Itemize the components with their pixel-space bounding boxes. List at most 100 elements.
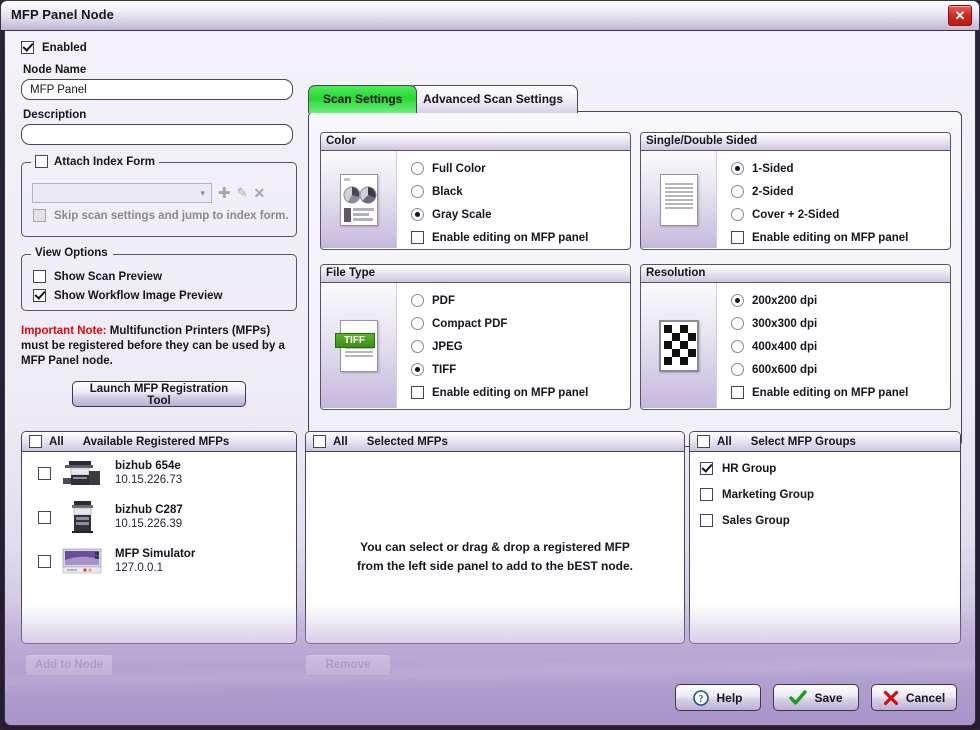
res-300-radio[interactable] — [731, 317, 744, 330]
node-name-input[interactable] — [21, 79, 293, 100]
tab-advanced-scan-settings[interactable]: Advanced Scan Settings — [408, 85, 578, 113]
list-item[interactable]: Marketing Group — [700, 488, 960, 501]
index-form-combo[interactable]: ▾ — [32, 183, 212, 203]
cancel-button-label: Cancel — [906, 691, 945, 705]
skip-scan-settings-checkbox[interactable] — [33, 209, 46, 222]
mfp-groups-all-checkbox[interactable] — [697, 435, 710, 448]
option-black[interactable]: Black — [411, 185, 630, 198]
close-icon[interactable]: ✕ — [948, 5, 972, 26]
list-item[interactable]: MFP Simulator 127.0.0.1 — [22, 540, 296, 582]
res-200-radio[interactable] — [731, 294, 744, 307]
save-button[interactable]: Save — [773, 684, 859, 711]
option-400dpi[interactable]: 400x400 dpi — [731, 340, 950, 353]
add-to-node-button[interactable]: Add to Node — [25, 654, 113, 676]
sales-group-checkbox[interactable] — [700, 514, 713, 527]
resolution-enable-editing-row[interactable]: Enable editing on MFP panel — [731, 386, 950, 399]
enabled-checkbox[interactable] — [21, 41, 34, 54]
option-jpeg[interactable]: JPEG — [411, 340, 630, 353]
list-item[interactable]: Sales Group — [700, 514, 960, 527]
color-document-icon — [321, 151, 397, 248]
attach-index-form-caption[interactable]: Attach Index Form — [31, 155, 159, 168]
mfp-c287-checkbox[interactable] — [38, 511, 51, 524]
marketing-group-checkbox[interactable] — [700, 488, 713, 501]
x-icon — [883, 690, 899, 706]
mfp-simulator-checkbox[interactable] — [38, 555, 51, 568]
res-600-radio[interactable] — [731, 363, 744, 376]
filetype-enable-editing-row[interactable]: Enable editing on MFP panel — [411, 386, 630, 399]
hr-group-checkbox[interactable] — [700, 462, 713, 475]
show-scan-preview-checkbox[interactable] — [33, 270, 46, 283]
mfp-groups-all-label: All — [717, 436, 732, 448]
mfp-panel-node-window: MFP Panel Node ✕ Enabled Node Name Descr… — [0, 0, 980, 730]
sided-enable-editing-row[interactable]: Enable editing on MFP panel — [731, 231, 950, 244]
option-compact-pdf[interactable]: Compact PDF — [411, 317, 630, 330]
resolution-enable-editing-label: Enable editing on MFP panel — [752, 387, 908, 399]
option-tiff[interactable]: TIFF — [411, 363, 630, 376]
option-300dpi[interactable]: 300x300 dpi — [731, 317, 950, 330]
selected-mfps-body[interactable]: You can select or drag & drop a register… — [306, 452, 684, 642]
resolution-group: Resolution — [640, 264, 951, 410]
chevron-down-icon: ▾ — [200, 188, 205, 199]
show-workflow-image-preview-checkbox[interactable] — [33, 289, 46, 302]
list-item[interactable]: HR Group — [700, 462, 960, 475]
attach-index-form-label: Attach Index Form — [54, 156, 155, 168]
res-400-label: 400x400 dpi — [752, 341, 817, 353]
tiff-label: TIFF — [432, 364, 456, 376]
show-workflow-image-preview-row[interactable]: Show Workflow Image Preview — [33, 289, 223, 302]
compact-pdf-radio[interactable] — [411, 317, 424, 330]
available-mfps-title: Available Registered MFPs — [83, 436, 230, 448]
show-scan-preview-label: Show Scan Preview — [54, 271, 162, 283]
help-button[interactable]: ? Help — [675, 684, 761, 711]
filetype-enable-editing-checkbox[interactable] — [411, 386, 424, 399]
description-input[interactable] — [21, 124, 293, 145]
two-sided-radio[interactable] — [731, 185, 744, 198]
sided-enable-editing-checkbox[interactable] — [731, 231, 744, 244]
selected-mfps-hint-line2: from the left side panel to add to the b… — [306, 557, 684, 576]
pdf-label: PDF — [432, 295, 455, 307]
option-full-color[interactable]: Full Color — [411, 162, 630, 175]
res-400-radio[interactable] — [731, 340, 744, 353]
show-scan-preview-row[interactable]: Show Scan Preview — [33, 270, 162, 283]
selected-mfps-all-label: All — [333, 436, 348, 448]
gray-scale-radio[interactable] — [411, 208, 424, 221]
list-item[interactable]: bizhub C287 10.15.226.39 — [22, 494, 296, 540]
pdf-radio[interactable] — [411, 294, 424, 307]
resolution-enable-editing-checkbox[interactable] — [731, 386, 744, 399]
mfp-654e-checkbox[interactable] — [38, 467, 51, 480]
enabled-row[interactable]: Enabled — [21, 41, 297, 54]
window-client-area: Enabled Node Name Description Attach Ind… — [4, 30, 976, 726]
mfp-groups-body: HR Group Marketing Group Sales Group — [690, 452, 960, 642]
color-enable-editing-row[interactable]: Enable editing on MFP panel — [411, 231, 630, 244]
available-mfps-all-checkbox[interactable] — [29, 435, 42, 448]
option-cover-2-sided[interactable]: Cover + 2-Sided — [731, 208, 950, 221]
black-radio[interactable] — [411, 185, 424, 198]
node-name-label: Node Name — [23, 64, 297, 76]
tab-scan-settings[interactable]: Scan Settings — [308, 85, 417, 113]
cover-two-sided-radio[interactable] — [731, 208, 744, 221]
plus-icon[interactable]: ✚ — [218, 184, 231, 202]
option-600dpi[interactable]: 600x600 dpi — [731, 363, 950, 376]
option-2-sided[interactable]: 2-Sided — [731, 185, 950, 198]
color-enable-editing-checkbox[interactable] — [411, 231, 424, 244]
remove-button[interactable]: Remove — [305, 654, 391, 676]
edit-icon[interactable]: ✎ — [237, 185, 248, 201]
full-color-radio[interactable] — [411, 162, 424, 175]
tiff-radio[interactable] — [411, 363, 424, 376]
jpeg-radio[interactable] — [411, 340, 424, 353]
x-icon[interactable]: ✕ — [253, 185, 265, 202]
save-button-label: Save — [814, 691, 842, 705]
option-200dpi[interactable]: 200x200 dpi — [731, 294, 950, 307]
one-sided-radio[interactable] — [731, 162, 744, 175]
launch-mfp-registration-tool-button[interactable]: Launch MFP Registration Tool — [72, 381, 246, 407]
mfp-groups-listbox: All Select MFP Groups HR Group Marketing… — [689, 431, 961, 644]
option-1-sided[interactable]: 1-Sided — [731, 162, 950, 175]
list-item[interactable]: bizhub 654e 10.15.226.73 — [22, 452, 296, 494]
attach-index-form-checkbox[interactable] — [35, 155, 48, 168]
selected-mfps-all-checkbox[interactable] — [313, 435, 326, 448]
selected-mfps-hint-line1: You can select or drag & drop a register… — [306, 538, 684, 557]
color-enable-editing-label: Enable editing on MFP panel — [432, 232, 588, 244]
skip-scan-settings-row[interactable]: Skip scan settings and jump to index for… — [33, 209, 289, 222]
option-gray-scale[interactable]: Gray Scale — [411, 208, 630, 221]
cancel-button[interactable]: Cancel — [871, 684, 957, 711]
option-pdf[interactable]: PDF — [411, 294, 630, 307]
